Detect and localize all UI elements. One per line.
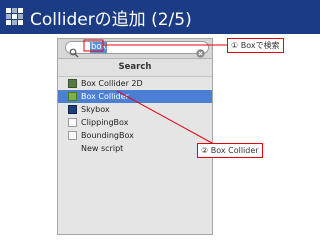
search-results-list: Box Collider 2D Box Collider Skybox Clip… [58,77,212,155]
box-collider-2d-icon [68,79,77,88]
box-collider-icon [68,92,77,101]
list-item-label: Skybox [81,105,110,114]
result-new-script[interactable]: New script [58,142,212,155]
add-component-panel: box Search Box Collider 2D Box Collider … [57,38,213,235]
clear-search-icon[interactable] [196,43,205,58]
result-clippingbox[interactable]: ClippingBox [58,116,212,129]
script-icon [68,131,77,140]
script-icon [68,118,77,127]
list-item-label: ClippingBox [81,118,129,127]
list-item-label: New script [81,144,124,153]
search-input[interactable]: box [65,41,209,58]
search-callout: ① Boxで検索 [227,38,284,53]
slide-header: Colliderの追加 (2/5) [0,0,320,34]
search-input-value: box [90,42,108,53]
list-item-label: Box Collider 2D [81,79,143,88]
result-boundingbox[interactable]: BoundingBox [58,129,212,142]
logo-icon [6,8,24,26]
slide-title: Colliderの追加 (2/5) [30,10,192,30]
result-box-collider-2d[interactable]: Box Collider 2D [58,77,212,90]
result-skybox[interactable]: Skybox [58,103,212,116]
search-icon [69,43,79,58]
skybox-icon [68,105,77,114]
result-box-collider[interactable]: Box Collider [58,90,212,103]
search-bar: box [58,39,212,59]
list-item-label: Box Collider [81,92,129,101]
search-section-header: Search [58,59,212,77]
select-callout: ② Box Collider [197,143,263,158]
list-item-label: BoundingBox [81,131,134,140]
